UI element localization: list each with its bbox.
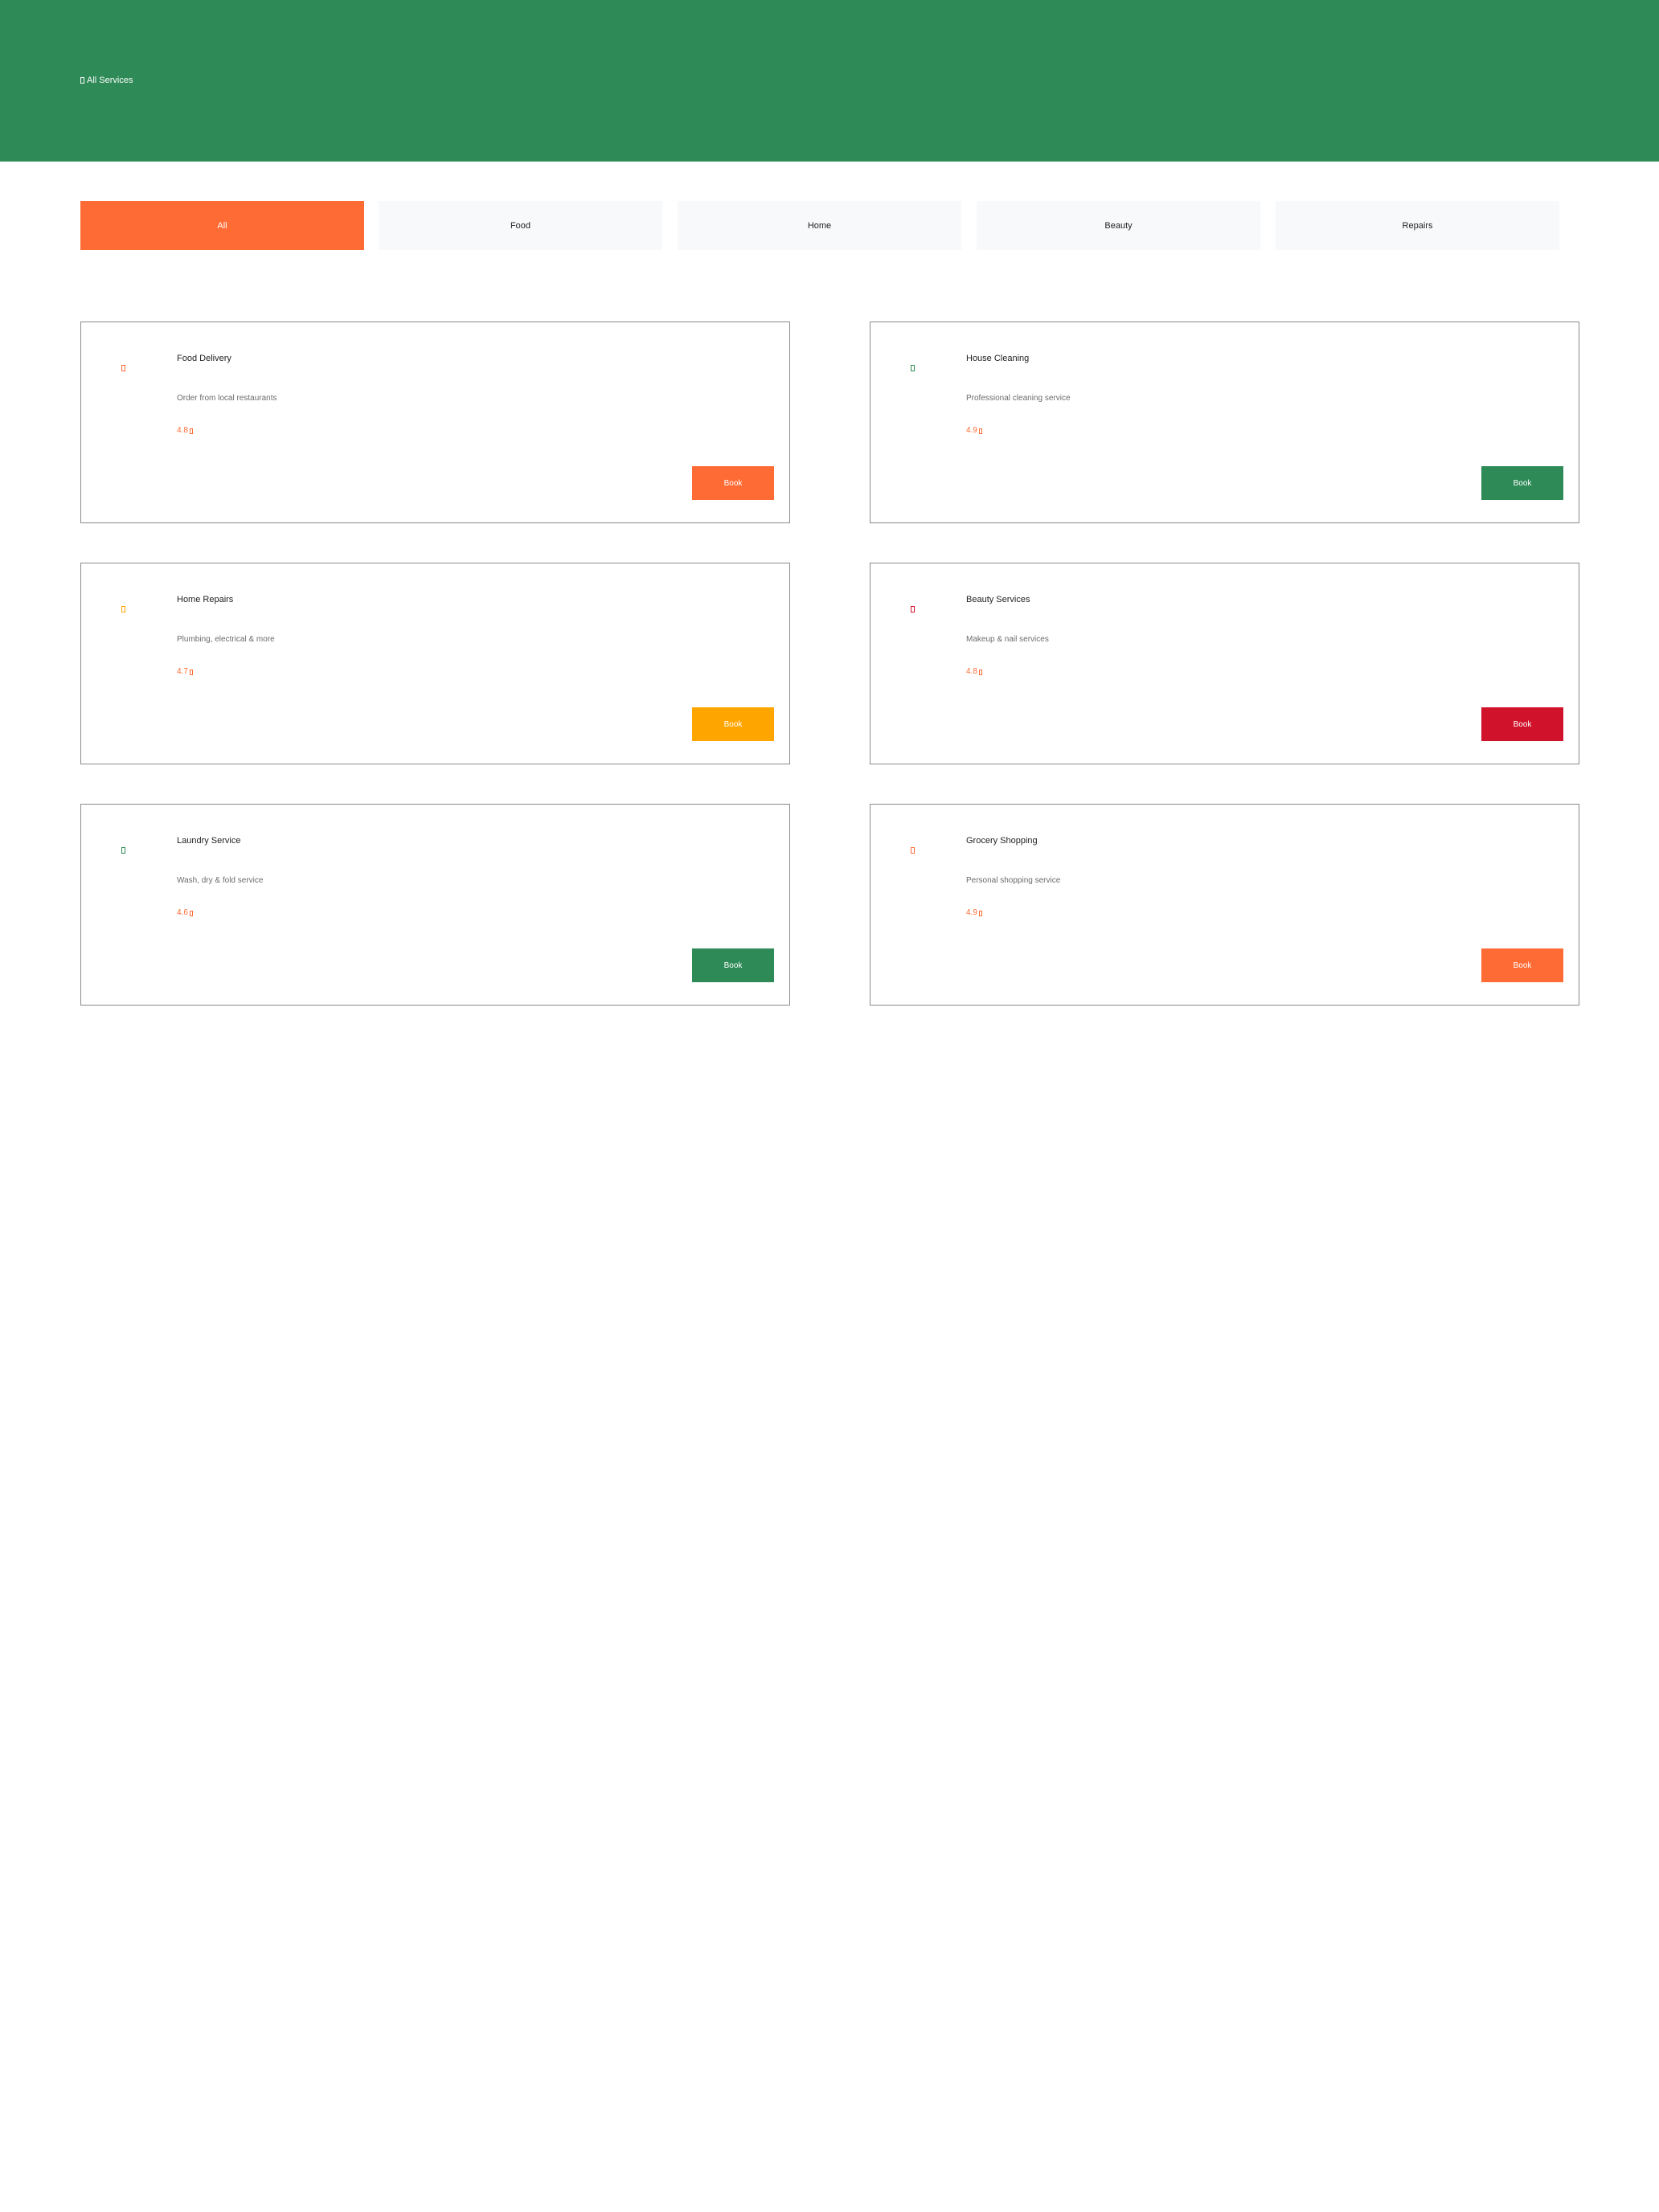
tab-food[interactable]: Food <box>379 201 662 250</box>
service-title: Home Repairs <box>177 595 234 604</box>
tab-home[interactable]: Home <box>678 201 961 250</box>
star-icon <box>978 669 982 675</box>
service-card-home-repairs[interactable]: Home Repairs Plumbing, electrical & more… <box>80 563 790 764</box>
rating-value: 4.9 <box>966 908 977 917</box>
service-description: Makeup & nail services <box>966 635 1049 644</box>
service-title: Laundry Service <box>177 836 241 846</box>
laundry-icon <box>121 847 125 854</box>
service-description: Order from local restaurants <box>177 394 277 403</box>
rating-value: 4.6 <box>177 908 188 917</box>
book-button[interactable]: Book <box>1481 466 1563 500</box>
header: All Services <box>0 0 1659 162</box>
tab-repairs[interactable]: Repairs <box>1276 201 1559 250</box>
page-title-text: All Services <box>87 76 133 85</box>
grid-icon <box>80 77 84 84</box>
rating-value: 4.7 <box>177 667 188 676</box>
tab-label: Food <box>510 220 531 231</box>
service-description: Plumbing, electrical & more <box>177 635 275 644</box>
service-rating: 4.9 <box>966 907 982 920</box>
book-button[interactable]: Book <box>1481 707 1563 741</box>
grocery-icon <box>911 847 915 854</box>
service-title: Food Delivery <box>177 354 231 363</box>
page: All Services All Food Home Beauty Repair… <box>0 0 1659 2212</box>
tab-beauty[interactable]: Beauty <box>977 201 1260 250</box>
rating-value: 4.8 <box>177 426 188 435</box>
service-card-house-cleaning[interactable]: House Cleaning Professional cleaning ser… <box>870 322 1579 523</box>
service-title: House Cleaning <box>966 354 1030 363</box>
tab-all[interactable]: All <box>80 201 364 250</box>
service-card-beauty-services[interactable]: Beauty Services Makeup & nail services 4… <box>870 563 1579 764</box>
book-button[interactable]: Book <box>692 707 774 741</box>
service-description: Wash, dry & fold service <box>177 876 264 885</box>
service-rating: 4.9 <box>966 424 982 437</box>
service-title: Grocery Shopping <box>966 836 1038 846</box>
star-icon <box>978 910 982 916</box>
star-icon <box>189 669 193 675</box>
service-card-grocery-shopping[interactable]: Grocery Shopping Personal shopping servi… <box>870 804 1579 1006</box>
book-button[interactable]: Book <box>1481 948 1563 982</box>
beauty-icon <box>911 606 915 612</box>
book-button[interactable]: Book <box>692 948 774 982</box>
tab-label: Home <box>807 220 832 231</box>
star-icon <box>189 428 193 434</box>
service-title: Beauty Services <box>966 595 1030 604</box>
service-card-laundry-service[interactable]: Laundry Service Wash, dry & fold service… <box>80 804 790 1006</box>
book-button[interactable]: Book <box>692 466 774 500</box>
service-rating: 4.7 <box>177 666 193 678</box>
rating-value: 4.9 <box>966 426 977 435</box>
service-rating: 4.8 <box>966 666 982 678</box>
service-rating: 4.6 <box>177 907 193 920</box>
page-title: All Services <box>80 74 133 87</box>
service-rating: 4.8 <box>177 424 193 437</box>
star-icon <box>978 428 982 434</box>
tab-label: Beauty <box>1104 220 1133 231</box>
service-description: Professional cleaning service <box>966 394 1071 403</box>
tab-label: All <box>217 220 227 231</box>
repair-icon <box>121 606 125 612</box>
food-icon <box>121 365 125 371</box>
tab-label: Repairs <box>1402 220 1433 231</box>
cleaning-icon <box>911 365 915 371</box>
star-icon <box>189 910 193 916</box>
service-card-food-delivery[interactable]: Food Delivery Order from local restauran… <box>80 322 790 523</box>
service-description: Personal shopping service <box>966 876 1061 885</box>
rating-value: 4.8 <box>966 667 977 676</box>
